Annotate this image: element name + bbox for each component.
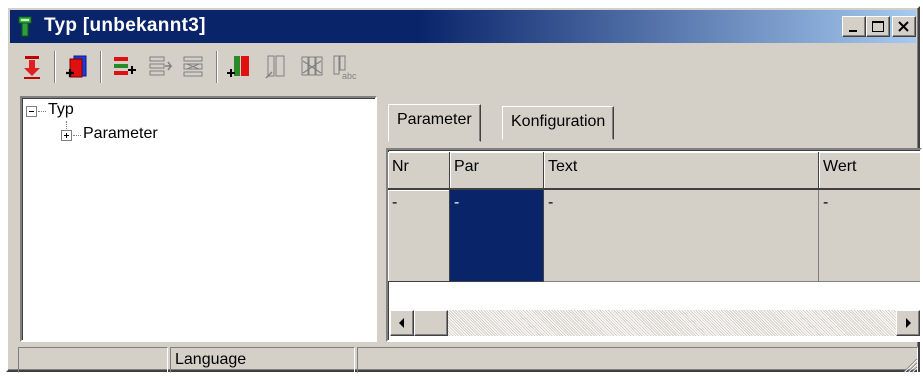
insert-column-button[interactable] (262, 53, 290, 81)
svg-text:abc: abc (342, 71, 357, 81)
insert-column-icon (265, 55, 285, 79)
parameter-grid[interactable]: Nr Par Text Wert - - - - (386, 148, 922, 342)
grid-cell-par[interactable]: - (450, 190, 544, 282)
maximize-button[interactable] (866, 16, 890, 37)
toolbar-separator (54, 51, 56, 83)
add-column-icon (227, 56, 249, 77)
delete-row-button[interactable] (180, 53, 208, 81)
minimize-icon (849, 30, 857, 32)
tree-node-parameter[interactable]: Parameter (83, 125, 158, 143)
title-bar[interactable]: Typ [unbekannt3] (10, 10, 916, 43)
tree-connector (38, 111, 46, 112)
tree-connector (73, 135, 81, 136)
grid-cell-nr[interactable]: - (388, 190, 450, 282)
green-device-icon (16, 16, 34, 38)
status-bar: Language (18, 347, 918, 373)
minimize-button[interactable] (842, 16, 866, 37)
tab-strip: Parameter Konfiguration (385, 104, 922, 142)
left-arrow-icon (399, 318, 404, 328)
column-header-wert[interactable]: Wert (819, 152, 920, 190)
status-panel-1 (18, 347, 168, 373)
delete-column-icon (301, 56, 323, 76)
add-parameter-block-button[interactable] (64, 53, 92, 81)
add-column-button[interactable] (226, 53, 254, 81)
tree-collapse-toggle[interactable] (26, 106, 37, 117)
insert-row-button[interactable] (146, 53, 174, 81)
status-panel-3 (357, 347, 918, 373)
toolbar-separator (100, 51, 102, 83)
delete-column-button[interactable] (298, 53, 326, 81)
app-window: Typ [unbekannt3] abc Typ Parameter Param… (6, 6, 922, 373)
tree-view[interactable]: Typ Parameter (20, 96, 377, 342)
text-column-abc-icon: abc (333, 55, 357, 81)
insert-row-icon (149, 56, 173, 76)
close-icon (898, 21, 909, 32)
close-button[interactable] (892, 16, 916, 37)
right-arrow-icon (906, 318, 911, 328)
tab-konfiguration[interactable]: Konfiguration (502, 106, 615, 140)
window-title: Typ [unbekannt3] (44, 15, 206, 36)
tree-node-typ[interactable]: Typ (48, 101, 74, 119)
tree-expand-toggle[interactable] (61, 130, 72, 141)
download-button[interactable] (18, 53, 46, 81)
add-row-icon (114, 57, 136, 75)
scroll-thumb[interactable] (414, 310, 448, 336)
text-column-button[interactable]: abc (330, 53, 358, 81)
resize-grip-icon[interactable] (900, 355, 918, 373)
scroll-left-button[interactable] (390, 310, 414, 336)
column-header-par[interactable]: Par (450, 152, 544, 190)
add-row-button[interactable] (110, 53, 138, 81)
tab-parameter[interactable]: Parameter (388, 104, 481, 142)
grid-cell-wert[interactable]: - (819, 190, 920, 282)
scroll-right-button[interactable] (896, 310, 920, 336)
horizontal-scrollbar[interactable] (390, 310, 920, 336)
maximize-icon (872, 21, 884, 32)
red-download-arrow-icon (24, 56, 40, 79)
toolbar: abc (10, 45, 916, 91)
column-header-nr[interactable]: Nr (388, 152, 450, 190)
status-panel-language: Language (170, 347, 355, 373)
column-header-text[interactable]: Text (544, 152, 819, 190)
scroll-track[interactable] (414, 310, 896, 336)
delete-row-icon (183, 56, 203, 77)
add-parameter-block-icon (66, 55, 87, 78)
grid-cell-text[interactable]: - (544, 190, 819, 282)
toolbar-separator (216, 51, 218, 83)
